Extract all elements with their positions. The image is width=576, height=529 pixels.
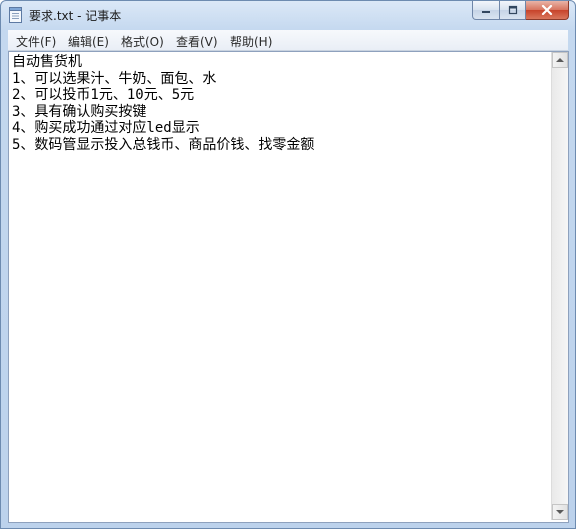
- menu-format[interactable]: 格式(O): [121, 33, 164, 50]
- menu-file[interactable]: 文件(F): [16, 33, 56, 50]
- menu-edit[interactable]: 编辑(E): [68, 33, 109, 50]
- text-line: 2、可以投币1元、10元、5元: [12, 87, 195, 103]
- close-button[interactable]: [526, 1, 569, 20]
- maximize-button[interactable]: [500, 1, 526, 20]
- text-area[interactable]: 自动售货机 1、可以选果汁、牛奶、面包、水 2、可以投币1元、10元、5元 3、…: [12, 54, 548, 520]
- text-line: 1、可以选果汁、牛奶、面包、水: [12, 70, 217, 87]
- menu-bar: 文件(F) 编辑(E) 格式(O) 查看(V) 帮助(H): [8, 30, 568, 51]
- window-controls: [472, 1, 569, 20]
- minimize-icon: [482, 11, 490, 13]
- scroll-up-button[interactable]: [552, 52, 568, 68]
- menu-view[interactable]: 查看(V): [176, 33, 218, 50]
- text-line: 自动售货机: [12, 54, 82, 70]
- scroll-down-button[interactable]: [552, 504, 568, 520]
- minimize-button[interactable]: [472, 1, 500, 20]
- chevron-down-icon: [556, 510, 564, 514]
- notepad-window: 要求.txt - 记事本 文件(F) 编辑(E) 格式(O) 查看(V) 帮助(…: [0, 0, 576, 529]
- notepad-icon: [9, 7, 22, 23]
- editor: 自动售货机 1、可以选果汁、牛奶、面包、水 2、可以投币1元、10元、5元 3、…: [8, 51, 569, 523]
- window-title: 要求.txt - 记事本: [29, 9, 122, 23]
- vertical-scrollbar[interactable]: [551, 52, 568, 520]
- menu-help[interactable]: 帮助(H): [230, 33, 272, 50]
- text-line: 3、具有确认购买按键: [12, 103, 147, 120]
- text-line: 4、购买成功通过对应led显示: [12, 120, 200, 136]
- text-line: 5、数码管显示投入总钱币、商品价钱、找零金额: [12, 136, 315, 153]
- title-bar[interactable]: 要求.txt - 记事本: [1, 1, 575, 28]
- close-icon: [541, 5, 553, 15]
- chevron-up-icon: [556, 58, 564, 62]
- maximize-icon: [508, 5, 517, 15]
